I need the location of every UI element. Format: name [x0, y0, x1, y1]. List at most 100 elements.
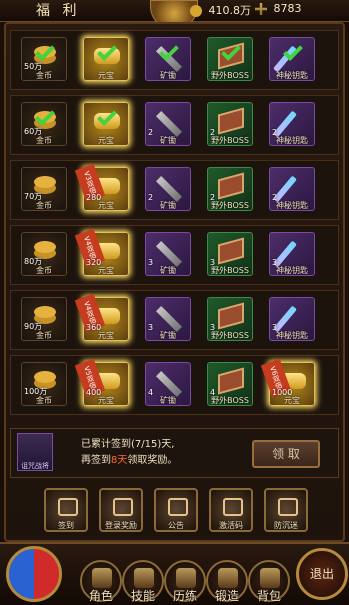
reward-slot-key[interactable]: 2 神秘钥匙 — [269, 167, 315, 211]
reward-slot-yuanbao[interactable]: V3双倍 280 元宝 — [74, 163, 129, 211]
tab-3[interactable]: 激活码 — [209, 488, 253, 532]
reward-slot-boss[interactable]: 3 野外BOSS — [207, 232, 253, 276]
reward-label: 神秘钥匙 — [276, 266, 308, 275]
boss-name: 诅咒战将 — [21, 462, 49, 470]
reward-row: 70万 金币 V3双倍 280 元宝 2 矿锄 2 野外BOSS 2 神秘钥匙 — [10, 160, 339, 220]
nav-icon — [176, 568, 196, 588]
reward-slot-boss[interactable]: 4 野外BOSS — [207, 362, 253, 406]
reward-slot-yuanbao[interactable]: V4双倍 360 元宝 — [74, 293, 129, 341]
nav-1[interactable]: 技能 — [122, 560, 164, 603]
nav-label: 背包 — [256, 589, 281, 603]
reward-slot-pick[interactable]: 矿锄 — [145, 37, 191, 81]
reward-slot-gold[interactable]: 70万 金币 — [21, 167, 67, 211]
reward-label: 元宝 — [98, 331, 114, 340]
nav-label: 历练 — [172, 589, 197, 603]
check-icon — [159, 41, 179, 61]
top-bar: 福 利 410.8万 8783 — [0, 0, 349, 30]
reward-slot-gold[interactable]: 50万 金币 — [21, 37, 67, 81]
nav-label: 角色 — [88, 589, 113, 603]
tab-0[interactable]: 签到 — [44, 488, 88, 532]
boss-book-icon — [218, 172, 244, 200]
reward-label: 金币 — [36, 201, 52, 210]
reward-slot-pick[interactable]: 4 矿锄 — [145, 362, 191, 406]
reward-row: 100万 金币 V5双倍 400 元宝 4 矿锄 4 野外BOSS V6双倍 1000 元宝 — [10, 355, 339, 415]
reward-label: 野外BOSS — [211, 331, 249, 340]
nav-4[interactable]: 背包 — [248, 560, 290, 603]
reward-grid: 50万 金币 元宝 矿锄 野外BOSS 神秘钥匙 60万 金币 元宝 2 矿锄 2 野外BOSS 2 神秘钥… — [10, 30, 339, 420]
reward-label: 金币 — [36, 266, 52, 275]
nav-label: 锻造 — [214, 589, 239, 603]
gold-coin-icon — [34, 176, 56, 188]
reward-slot-gold[interactable]: 90万 金币 — [21, 297, 67, 341]
pickaxe-icon — [156, 306, 182, 332]
reward-slot-pick[interactable]: 2 矿锄 — [145, 167, 191, 211]
reward-label: 矿锄 — [160, 266, 176, 275]
tab-2[interactable]: 公告 — [154, 488, 198, 532]
gold-coin-icon — [34, 371, 56, 383]
nav-2[interactable]: 历练 — [164, 560, 206, 603]
pickaxe-icon — [156, 176, 182, 202]
boss-portrait: 诅咒战将 — [17, 433, 53, 471]
reward-slot-key[interactable]: 3 神秘钥匙 — [269, 297, 315, 341]
reward-slot-yuanbao[interactable]: 元宝 — [83, 37, 129, 81]
boss-book-icon — [218, 302, 244, 330]
reward-label: 神秘钥匙 — [276, 331, 308, 340]
reward-label: 金币 — [36, 396, 52, 405]
reward-slot-gold[interactable]: 80万 金币 — [21, 232, 67, 276]
reward-label: 野外BOSS — [211, 201, 249, 210]
reward-row: 60万 金币 元宝 2 矿锄 2 野外BOSS 2 神秘钥匙 — [10, 95, 339, 155]
nav-label: 技能 — [130, 589, 155, 603]
reward-slot-key[interactable]: 3 神秘钥匙 — [269, 232, 315, 276]
reward-slot-gold[interactable]: 60万 金币 — [21, 102, 67, 146]
reward-label: 野外BOSS — [211, 136, 249, 145]
reward-label: 元宝 — [98, 201, 114, 210]
reward-label: 元宝 — [98, 71, 114, 80]
reward-slot-gold[interactable]: 100万 金币 — [21, 362, 67, 406]
tab-icon — [168, 498, 188, 516]
gold-coin-icon — [190, 5, 202, 17]
gold-coin-icon — [34, 306, 56, 318]
cross-resource: 8783 — [255, 2, 302, 18]
reward-slot-key[interactable]: 神秘钥匙 — [269, 37, 315, 81]
tab-label: 登录奖励 — [105, 521, 137, 530]
nav-3[interactable]: 锻造 — [206, 560, 248, 603]
back-button[interactable]: 退出 — [296, 548, 348, 600]
reward-label: 矿锄 — [160, 201, 176, 210]
reward-label: 金币 — [36, 136, 52, 145]
reward-row: 90万 金币 V4双倍 360 元宝 3 矿锄 3 野外BOSS 3 神秘钥匙 — [10, 290, 339, 350]
tab-icon — [223, 498, 243, 516]
claim-button[interactable]: 领 取 — [252, 440, 320, 468]
reward-slot-pick[interactable]: 3 矿锄 — [145, 297, 191, 341]
reward-slot-yuanbao[interactable]: V6双倍 1000 元宝 — [260, 358, 315, 406]
tab-icon — [278, 498, 298, 516]
tab-label: 签到 — [58, 521, 74, 530]
reward-slot-pick[interactable]: 2 矿锄 — [145, 102, 191, 146]
reward-slot-yuanbao[interactable]: 元宝 — [83, 102, 129, 146]
reward-slot-boss[interactable]: 野外BOSS — [207, 37, 253, 81]
reward-label: 矿锄 — [160, 331, 176, 340]
reward-label: 金币 — [36, 331, 52, 340]
reward-slot-boss[interactable]: 2 野外BOSS — [207, 102, 253, 146]
reward-slot-yuanbao[interactable]: V5双倍 400 元宝 — [74, 358, 129, 406]
sign-remaining-text: 再签到8天领取奖励。 — [81, 455, 178, 466]
reward-slot-pick[interactable]: 3 矿锄 — [145, 232, 191, 276]
nav-0[interactable]: 角色 — [80, 560, 122, 603]
tab-icon — [113, 498, 133, 516]
info-bar: 诅咒战将 已累计签到(7/15)天, 再签到8天领取奖励。 领 取 — [10, 428, 339, 478]
gold-resource: 410.8万 — [190, 2, 251, 18]
reward-slot-key[interactable]: 2 神秘钥匙 — [269, 102, 315, 146]
tab-label: 公告 — [168, 521, 184, 530]
tab-4[interactable]: 防沉迷 — [264, 488, 308, 532]
pickaxe-icon — [156, 241, 182, 267]
tab-1[interactable]: 登录奖励 — [99, 488, 143, 532]
reward-slot-boss[interactable]: 3 野外BOSS — [207, 297, 253, 341]
reward-label: 神秘钥匙 — [276, 201, 308, 210]
reward-slot-boss[interactable]: 2 野外BOSS — [207, 167, 253, 211]
reward-label: 矿锄 — [160, 396, 176, 405]
reward-label: 野外BOSS — [211, 71, 249, 80]
tab-label: 防沉迷 — [274, 521, 298, 530]
tab-label: 激活码 — [219, 521, 243, 530]
reward-label: 元宝 — [284, 396, 300, 405]
reward-slot-yuanbao[interactable]: V4双倍 320 元宝 — [74, 228, 129, 276]
boss-book-icon — [218, 237, 244, 265]
